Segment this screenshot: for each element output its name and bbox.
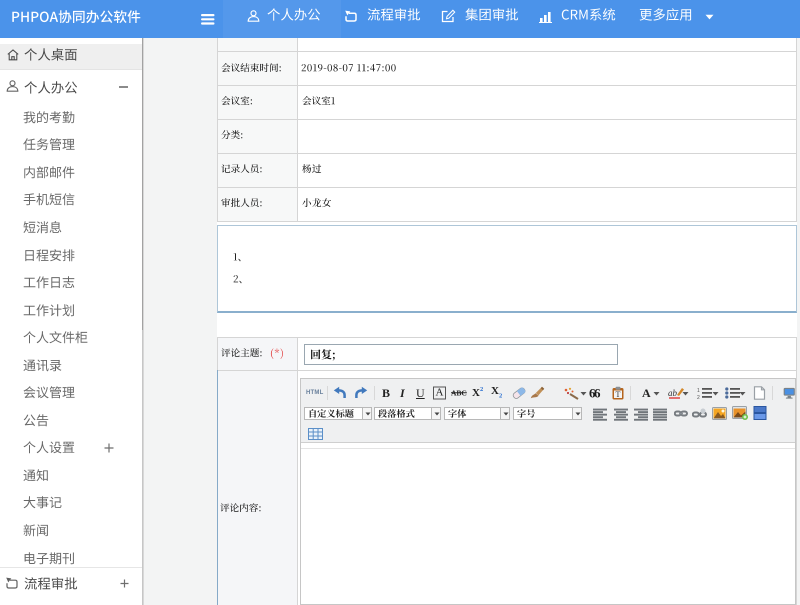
svg-text:1: 1 [697,388,700,394]
svg-text:T: T [616,390,621,399]
svg-text:ab: ab [668,388,678,398]
svg-text:2: 2 [697,395,700,399]
